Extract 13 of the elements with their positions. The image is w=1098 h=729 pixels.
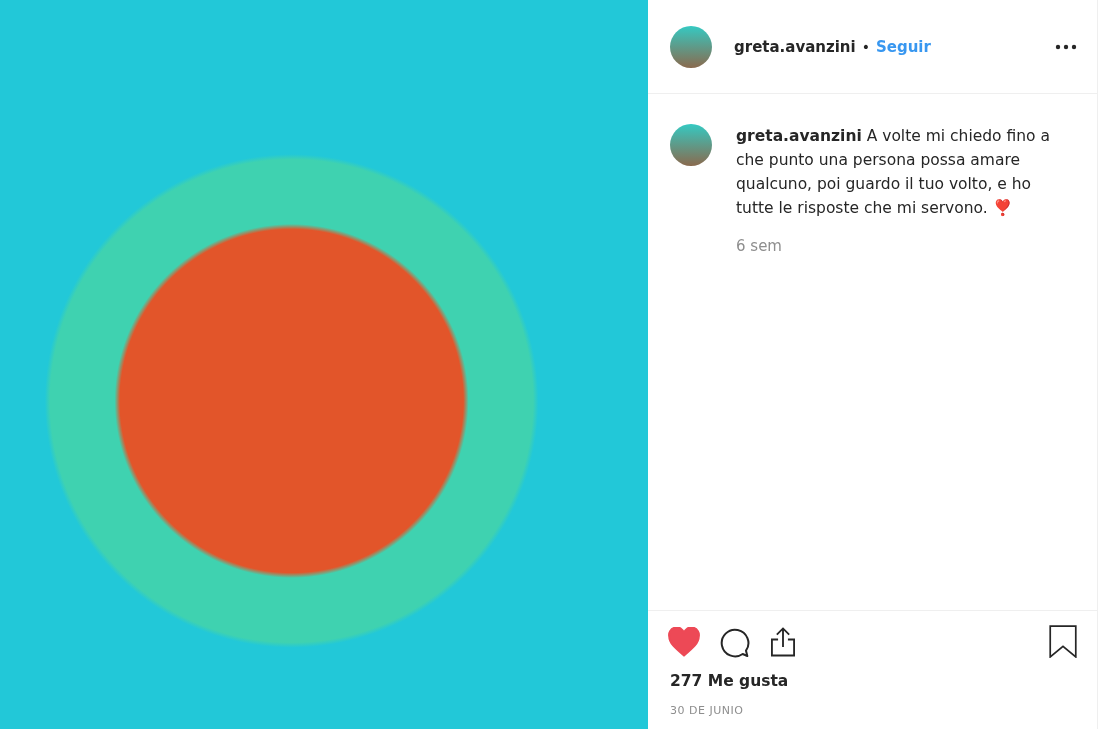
caption-text: greta.avanzini A volte mi chiedo fino a che punto una persona possa amare qualcuno, poi guardo il tuo volto, e ho tutte le risposte che mi servono. ❣ xyxy=(736,126,1051,219)
bookmark-icon[interactable] xyxy=(1049,625,1077,658)
more-options-icon[interactable] xyxy=(1055,43,1077,50)
separator-dot: • xyxy=(861,38,870,55)
likes-count[interactable]: 277 Me gusta xyxy=(668,672,1077,690)
avatar[interactable] xyxy=(670,124,712,166)
avatar[interactable] xyxy=(670,25,712,68)
username-link[interactable]: greta.avanzini xyxy=(734,37,856,56)
post-date: 30 DE JUNIO xyxy=(669,704,745,717)
username-link[interactable]: greta.avanzini xyxy=(736,127,862,145)
post-age: 6 sem xyxy=(736,237,782,255)
heart-icon[interactable] xyxy=(668,626,700,657)
share-icon[interactable] xyxy=(768,625,798,658)
